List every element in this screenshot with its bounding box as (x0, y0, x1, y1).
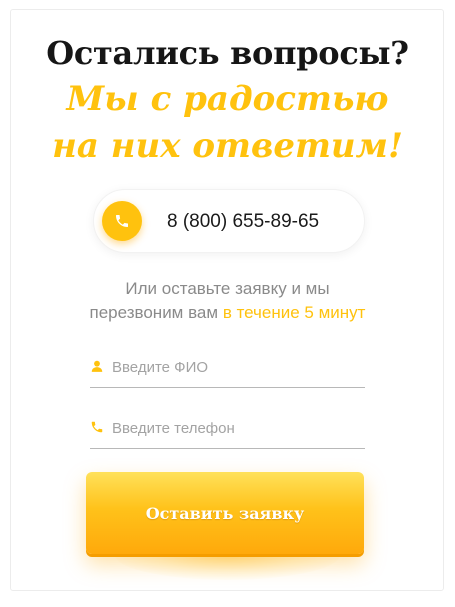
callback-note-line-2: перезвоним вам в течение 5 минут (0, 301, 455, 325)
subtitle-line-2: на них ответим! (52, 126, 403, 166)
name-field[interactable] (90, 352, 365, 388)
subtitle-line-1: Мы с радостью (66, 79, 389, 119)
phone-contact-pill[interactable]: 8 (800) 655-89-65 (93, 189, 365, 253)
user-icon (91, 360, 103, 372)
phone-input[interactable] (112, 415, 362, 441)
phone-icon (116, 215, 128, 227)
callback-note-line-1: Или оставьте заявку и мы (125, 279, 330, 298)
phone-number[interactable]: 8 (800) 655-89-65 (167, 210, 319, 234)
name-input[interactable] (112, 354, 362, 380)
submit-request-button[interactable]: Оставить заявку (86, 472, 364, 554)
callback-note-text: перезвоним вам (89, 303, 219, 322)
page-title: Остались вопросы? (46, 34, 409, 72)
callback-time-highlight: в течение 5 минут (222, 303, 366, 322)
phone-icon (91, 421, 103, 433)
phone-icon-badge (102, 201, 142, 241)
phone-field[interactable] (90, 413, 365, 449)
